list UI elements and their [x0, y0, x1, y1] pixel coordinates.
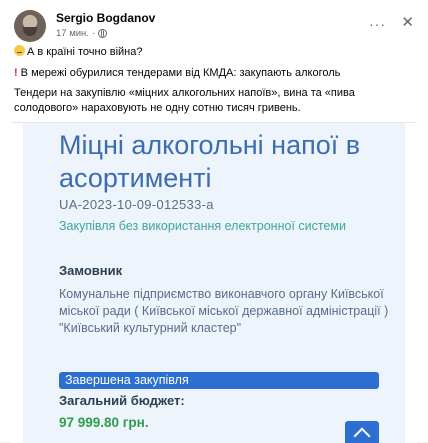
- more-options-button[interactable]: ···: [369, 16, 386, 32]
- post-time[interactable]: 17 мин.: [56, 28, 89, 39]
- budget-label: Загальний бюджет:: [59, 393, 185, 408]
- globe-icon: [98, 29, 108, 38]
- post-image[interactable]: Міцні алкогольні напої в асортименті UA-…: [11, 122, 417, 443]
- exclamation-icon: !: [14, 67, 18, 79]
- post-header: Sergio Bogdanov 17 мин. · ··· ✕: [14, 10, 414, 44]
- avatar-beard: [23, 27, 37, 36]
- scroll-up-icon: [345, 421, 379, 443]
- customer-name: Комунальне підприємство виконавчого орга…: [59, 287, 389, 335]
- author-name[interactable]: Sergio Bogdanov: [56, 11, 155, 25]
- customer-label: Замовник: [59, 263, 123, 278]
- post-meta: 17 мин. ·: [56, 28, 108, 39]
- meta-separator: ·: [91, 28, 96, 39]
- post-text-line1: А в країні точно війна?: [14, 45, 414, 60]
- tender-screenshot: Міцні алкогольні напої в асортименті UA-…: [23, 123, 405, 443]
- post-text-1: А в країні точно війна?: [27, 46, 143, 58]
- status-badge: Завершена закупівля: [59, 372, 379, 389]
- post-text-line2: ! В мережі обурилися тендерами від КМДА: …: [14, 66, 414, 81]
- tender-id: UA-2023-10-09-012533-a: [59, 197, 214, 212]
- budget-value: 97 999.80 грн.: [59, 415, 149, 430]
- post-card: Sergio Bogdanov 17 мин. · ··· ✕ А в краї…: [0, 0, 428, 443]
- thinking-face-icon: [14, 45, 25, 56]
- procurement-type: Закупівля без використання електронної с…: [59, 219, 346, 233]
- post-text-2: В мережі обурилися тендерами від КМДА: з…: [20, 67, 341, 79]
- tender-title: Міцні алкогольні напої в асортименті: [59, 130, 361, 193]
- avatar[interactable]: [14, 10, 46, 42]
- post-text-line3: Тендери на закупівлю «міцних алкогольних…: [14, 87, 355, 114]
- close-button[interactable]: ✕: [401, 13, 414, 31]
